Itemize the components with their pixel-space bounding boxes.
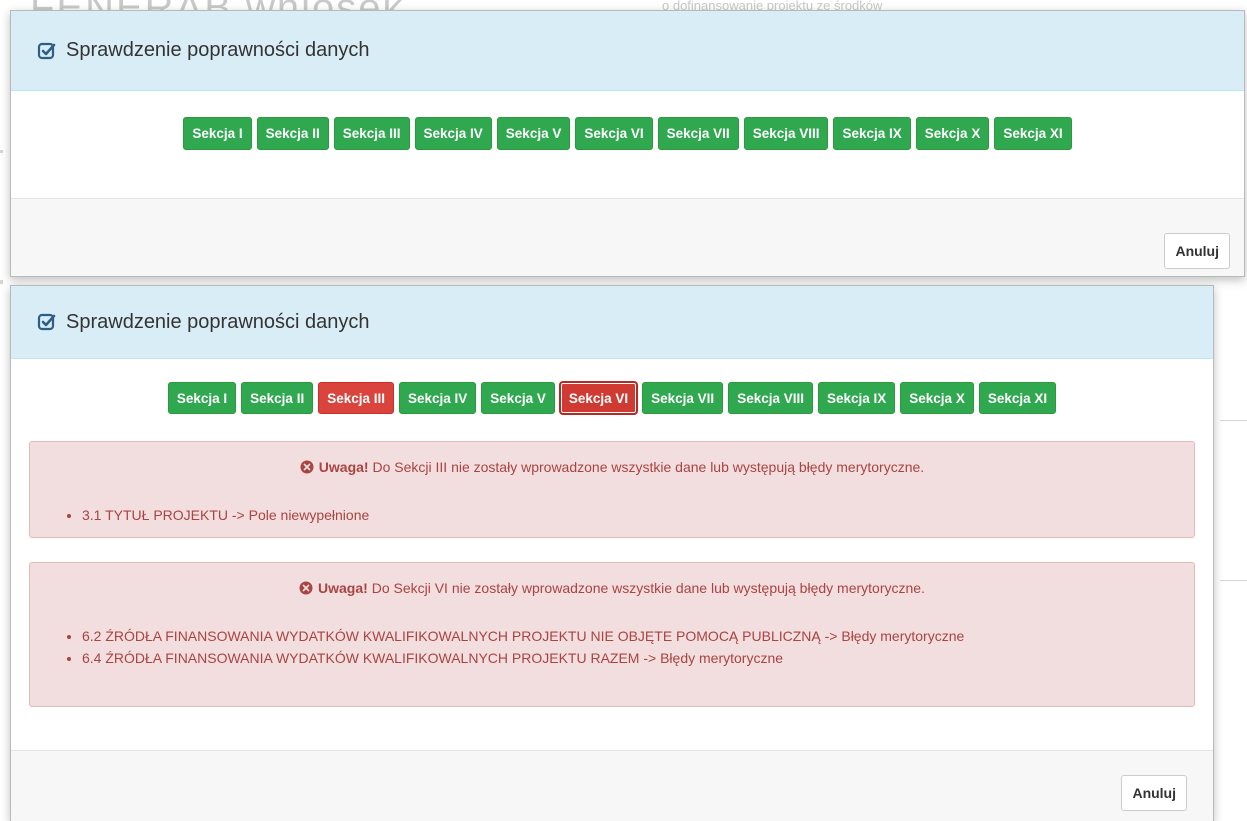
alert-error-item: 3.1 TYTUŁ PROJEKTU -> Pole niewypełnione — [82, 506, 1154, 525]
times-circle-icon — [300, 460, 314, 474]
background-page-heading: FENERAB wniosek — [30, 0, 590, 10]
section-button-group: Sekcja I Sekcja II Sekcja III Sekcja IV Sekc… — [11, 382, 1213, 414]
dialog-header: Sprawdzenie poprawności danych — [11, 11, 1244, 91]
section-button-group: Sekcja I Sekcja II Sekcja III Sekcja IV Sekc… — [11, 117, 1244, 150]
alert-error-list: 6.2 ŹRÓDŁA FINANSOWANIA WYDATKÓW KWALIFI… — [60, 627, 1154, 668]
dialog-title-text: Sprawdzenie poprawności danych — [66, 39, 370, 61]
dialog-title: Sprawdzenie poprawności danych — [37, 39, 370, 62]
alert-error-list: 3.1 TYTUŁ PROJEKTU -> Pole niewypełnione — [60, 506, 1154, 525]
background-page-subtitle: o dofinansowanie projektu ze środków — [662, 0, 883, 10]
alert-strong-text: Uwaga! — [318, 459, 369, 475]
cancel-button[interactable]: Anuluj — [1121, 775, 1187, 811]
check-square-icon — [37, 312, 57, 332]
section-button-sekcja-v[interactable]: Sekcja V — [496, 117, 571, 150]
dialog-title: Sprawdzenie poprawności danych — [37, 311, 370, 334]
background-mark — [1220, 420, 1247, 421]
section-button-sekcja-i[interactable]: Sekcja I — [167, 382, 237, 414]
background-mark — [1220, 580, 1247, 581]
background-mark — [0, 150, 3, 153]
alert-message: Do Sekcji VI nie zostały wprowadzone wsz… — [367, 580, 925, 596]
section-button-sekcja-viii[interactable]: Sekcja VIII — [743, 117, 829, 150]
section-button-sekcja-iv[interactable]: Sekcja IV — [414, 117, 492, 150]
section-button-sekcja-i[interactable]: Sekcja I — [183, 117, 252, 150]
alert-message: Do Sekcji III nie zostały wprowadzone ws… — [368, 459, 925, 475]
section-button-sekcja-x[interactable]: Sekcja X — [915, 117, 990, 150]
alert-error-item: 6.4 ŹRÓDŁA FINANSOWANIA WYDATKÓW KWALIFI… — [82, 649, 1154, 668]
section-button-sekcja-v[interactable]: Sekcja V — [481, 382, 555, 414]
section-button-sekcja-vii[interactable]: Sekcja VII — [642, 382, 724, 414]
alert-heading: Uwaga! Do Sekcji VI nie zostały wprowadz… — [30, 580, 1194, 596]
cancel-button[interactable]: Anuluj — [1164, 233, 1230, 269]
background-mark — [0, 280, 3, 284]
section-button-sekcja-iii[interactable]: Sekcja III — [318, 382, 394, 414]
section-button-sekcja-x[interactable]: Sekcja X — [900, 382, 974, 414]
section-button-sekcja-ii[interactable]: Sekcja II — [256, 117, 329, 150]
dialog-footer: Anuluj — [11, 198, 1244, 276]
check-square-icon — [37, 41, 57, 61]
section-button-sekcja-viii[interactable]: Sekcja VIII — [728, 382, 813, 414]
alert-strong-text: Uwaga! — [318, 580, 368, 596]
section-button-sekcja-iv[interactable]: Sekcja IV — [399, 382, 477, 414]
dialog-title-text: Sprawdzenie poprawności danych — [66, 310, 370, 333]
validation-dialog-all-ok: Sprawdzenie poprawności danych Sekcja IS… — [10, 10, 1245, 277]
dialog-header: Sprawdzenie poprawności danych — [11, 286, 1213, 359]
error-alert-section-iii: Uwaga! Do Sekcji III nie zostały wprowad… — [29, 441, 1195, 538]
section-button-sekcja-vii[interactable]: Sekcja VII — [657, 117, 739, 150]
section-button-sekcja-vi[interactable]: Sekcja VI — [575, 117, 653, 150]
error-alert-section-vi: Uwaga! Do Sekcji VI nie zostały wprowadz… — [29, 562, 1195, 707]
validation-dialog-with-errors: Sprawdzenie poprawności danych Sekcja IS… — [10, 285, 1214, 821]
section-button-sekcja-iii[interactable]: Sekcja III — [333, 117, 410, 150]
times-circle-icon — [299, 581, 313, 595]
dialog-footer: Anuluj — [11, 750, 1213, 821]
alert-error-item: 6.2 ŹRÓDŁA FINANSOWANIA WYDATKÓW KWALIFI… — [82, 627, 1154, 646]
section-button-sekcja-ix[interactable]: Sekcja IX — [833, 117, 911, 150]
section-button-sekcja-vi[interactable]: Sekcja VI — [559, 382, 638, 414]
section-button-sekcja-xi[interactable]: Sekcja XI — [978, 382, 1057, 414]
section-button-sekcja-xi[interactable]: Sekcja XI — [994, 117, 1072, 150]
section-button-sekcja-ii[interactable]: Sekcja II — [241, 382, 314, 414]
section-button-sekcja-ix[interactable]: Sekcja IX — [817, 382, 896, 414]
alert-heading: Uwaga! Do Sekcji III nie zostały wprowad… — [30, 459, 1194, 475]
